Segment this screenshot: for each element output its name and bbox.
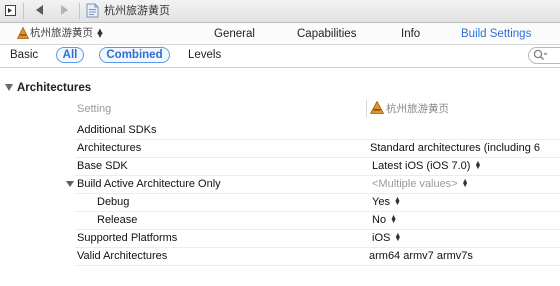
project-file-icon [86, 3, 99, 21]
jump-bar: 杭州旅游黄页 [0, 0, 560, 23]
stepper-icon: ▲ ▼ [394, 232, 402, 244]
debug-value-popup[interactable]: Yes ▲ ▼ [372, 193, 401, 211]
setting-row-debug[interactable]: Debug Yes ▲ ▼ [0, 193, 560, 211]
setting-value: iOS [372, 232, 391, 244]
disclosure-triangle-icon[interactable] [5, 84, 13, 92]
app-target-icon [369, 100, 385, 119]
setting-value: Yes [372, 196, 390, 208]
filter-bar: Basic All Combined Levels [0, 45, 560, 68]
filter-basic[interactable]: Basic [10, 48, 38, 63]
setting-label: Additional SDKs [77, 124, 157, 136]
setting-label: Release [97, 214, 138, 226]
jump-bar-divider [23, 3, 24, 19]
filter-all[interactable]: All [56, 47, 84, 63]
target-selector[interactable]: 杭州旅游黄页 ▲ ▼ [30, 26, 103, 40]
setting-value: No [372, 214, 387, 226]
setting-label: Base SDK [77, 160, 128, 172]
setting-row-additional-sdks[interactable]: Additional SDKs [0, 121, 560, 139]
breadcrumb[interactable]: 杭州旅游黄页 [104, 4, 170, 18]
stepper-icon: ▲ ▼ [390, 214, 397, 226]
setting-row-valid-architectures[interactable]: Valid Architectures arm64 armv7 armv7s [0, 247, 560, 265]
stepper-icon: ▲ ▼ [474, 160, 482, 172]
setting-row-build-active-architecture-only[interactable]: Build Active Architecture Only <Multiple… [0, 175, 560, 193]
editor-tab-bar: 杭州旅游黄页 ▲ ▼ General Capabilities Info Build… [0, 23, 560, 45]
setting-value: Latest iOS (iOS 7.0) [372, 160, 471, 172]
setting-label: Build Active Architecture Only [77, 178, 221, 190]
stepper-icon: ▲ ▼ [461, 178, 469, 190]
filter-levels[interactable]: Levels [188, 48, 221, 63]
filter-combined[interactable]: Combined [99, 47, 170, 63]
back-arrow-icon[interactable] [36, 5, 44, 19]
jump-bar-divider [79, 3, 80, 19]
forward-arrow-icon[interactable] [61, 5, 69, 19]
stepper-icon: ▲ ▼ [97, 27, 103, 39]
section-architectures[interactable]: Architectures [0, 80, 91, 96]
column-header-setting: Setting [77, 103, 112, 115]
setting-row-supported-platforms[interactable]: Supported Platforms iOS ▲ ▼ [0, 229, 560, 247]
release-value-popup[interactable]: No ▲ ▼ [372, 211, 397, 229]
tab-general[interactable]: General [214, 27, 255, 41]
related-items-icon[interactable] [5, 5, 16, 19]
stepper-icon: ▲ ▼ [393, 196, 401, 208]
column-header-target: 杭州旅游黄页 [369, 100, 449, 119]
setting-row-architectures[interactable]: Architectures Standard architectures (in… [0, 139, 560, 157]
setting-row-release[interactable]: Release No ▲ ▼ [0, 211, 560, 229]
tab-build-settings[interactable]: Build Settings [461, 27, 531, 41]
disclosure-triangle-icon[interactable] [66, 181, 74, 187]
setting-value: <Multiple values> [372, 178, 458, 190]
tab-capabilities[interactable]: Capabilities [297, 27, 356, 41]
setting-label: Supported Platforms [77, 232, 178, 244]
search-input[interactable] [528, 47, 560, 64]
setting-value[interactable]: arm64 armv7 armv7s [369, 247, 473, 265]
section-title: Architectures [17, 82, 92, 94]
setting-label: Valid Architectures [77, 250, 168, 262]
base-sdk-popup[interactable]: Latest iOS (iOS 7.0) ▲ ▼ [372, 157, 482, 175]
multiple-values-popup[interactable]: <Multiple values> ▲ ▼ [372, 175, 469, 193]
setting-value[interactable]: Standard architectures (including 6 [370, 139, 540, 157]
setting-label: Debug [97, 196, 130, 208]
search-icon [533, 49, 548, 64]
target-column-name: 杭州旅游黄页 [386, 103, 449, 115]
setting-row-base-sdk[interactable]: Base SDK Latest iOS (iOS 7.0) ▲ ▼ [0, 157, 560, 175]
row-divider [75, 265, 560, 266]
app-target-icon [16, 26, 30, 42]
column-divider [366, 100, 367, 118]
target-name: 杭州旅游黄页 [30, 27, 93, 39]
tab-info[interactable]: Info [401, 27, 420, 41]
supported-platforms-popup[interactable]: iOS ▲ ▼ [372, 229, 402, 247]
build-settings-table: Architectures Setting 杭州旅游黄页 Additional … [0, 68, 560, 286]
setting-label: Architectures [77, 142, 142, 154]
